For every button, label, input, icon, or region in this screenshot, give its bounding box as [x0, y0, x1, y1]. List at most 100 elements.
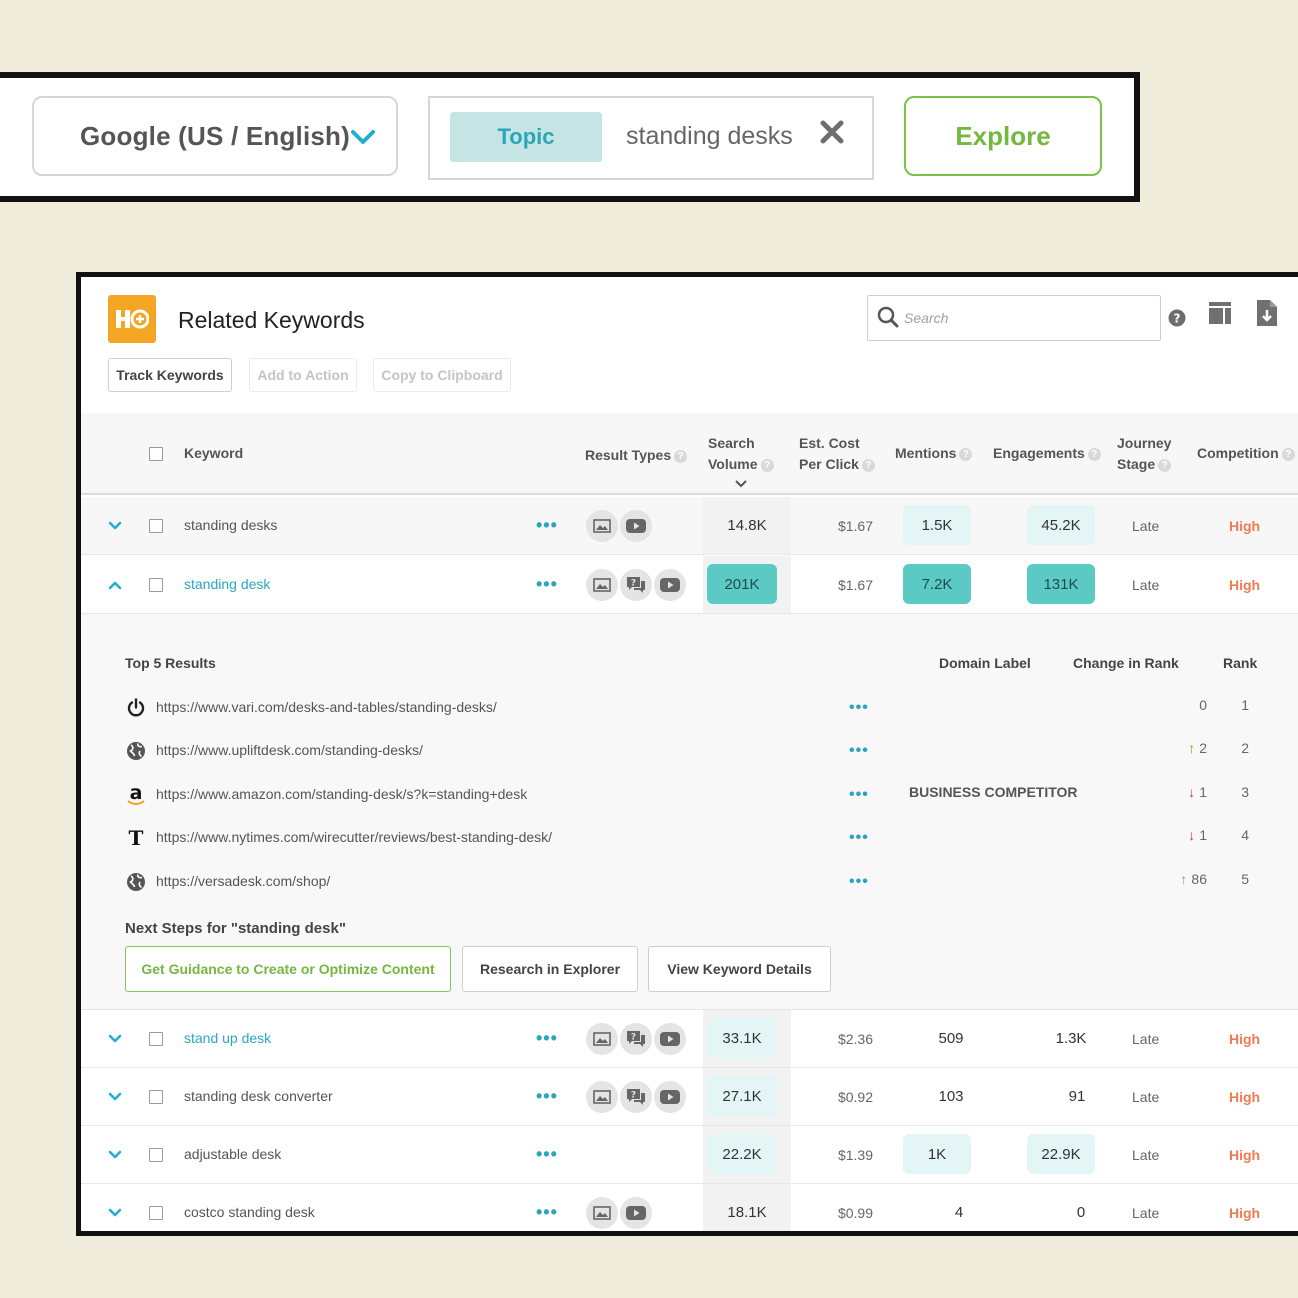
- col-keyword[interactable]: Keyword: [184, 443, 243, 464]
- more-options-icon[interactable]: •••: [536, 1202, 558, 1223]
- table-row-expanded[interactable]: standing desk ••• ? 201K $1.67 7.2K 131K…: [81, 556, 1298, 614]
- mentions-value: 1.5K: [903, 505, 971, 545]
- add-to-action-button[interactable]: Add to Action: [249, 358, 357, 392]
- view-keyword-details-button[interactable]: View Keyword Details: [648, 946, 831, 992]
- chevron-down-icon[interactable]: [107, 1147, 123, 1163]
- row-checkbox[interactable]: [149, 1206, 163, 1220]
- qa-icon[interactable]: ?: [620, 1081, 652, 1113]
- col-competition[interactable]: Competition?: [1197, 443, 1295, 464]
- keyword-search[interactable]: [867, 295, 1161, 341]
- more-options-icon[interactable]: •••: [536, 574, 558, 595]
- track-keywords-button[interactable]: Track Keywords: [108, 358, 232, 392]
- row-checkbox[interactable]: [149, 519, 163, 533]
- chevron-up-icon[interactable]: [107, 577, 123, 593]
- more-options-icon[interactable]: •••: [536, 1086, 558, 1107]
- result-row[interactable]: https://www.upliftdesk.com/standing-desk…: [125, 736, 1249, 766]
- video-icon[interactable]: [654, 1081, 686, 1113]
- amazon-icon: a: [125, 784, 147, 806]
- table-row[interactable]: standing desks ••• 14.8K $1.67 1.5K 45.2…: [81, 497, 1298, 555]
- result-row[interactable]: https://versadesk.com/shop/ ••• ↑ 86 5: [125, 867, 1249, 897]
- more-options-icon[interactable]: •••: [849, 786, 869, 804]
- col-journey-label-1: Journey: [1117, 435, 1172, 451]
- query-type-tag[interactable]: Topic: [450, 112, 602, 162]
- more-options-icon[interactable]: •••: [849, 829, 869, 847]
- table-row[interactable]: costco standing desk ••• 18.1K $0.99 4 0…: [81, 1184, 1298, 1231]
- keyword-text[interactable]: standing desk converter: [184, 1088, 333, 1104]
- search-input[interactable]: [904, 306, 1144, 330]
- more-options-icon[interactable]: •••: [849, 699, 869, 717]
- table-row[interactable]: stand up desk ••• ? 33.1K $2.36 509 1.3K…: [81, 1010, 1298, 1068]
- query-text[interactable]: standing desks: [626, 122, 793, 151]
- image-icon[interactable]: [586, 569, 618, 601]
- research-in-explorer-button[interactable]: Research in Explorer: [462, 946, 638, 992]
- help-icon[interactable]: ?: [1168, 309, 1186, 327]
- columns-icon[interactable]: [1208, 301, 1232, 325]
- row-checkbox[interactable]: [149, 1032, 163, 1046]
- help-icon[interactable]: ?: [861, 458, 875, 472]
- keyword-link[interactable]: stand up desk: [184, 1030, 271, 1046]
- more-options-icon[interactable]: •••: [849, 873, 869, 891]
- row-checkbox[interactable]: [149, 578, 163, 592]
- power-icon: [125, 697, 147, 719]
- sort-desc-icon[interactable]: [734, 479, 748, 489]
- help-icon[interactable]: ?: [1158, 458, 1172, 472]
- qa-icon[interactable]: ?: [620, 569, 652, 601]
- panel-title: Related Keywords: [178, 307, 365, 333]
- topic-query-field[interactable]: Topic standing desks: [428, 96, 874, 180]
- col-cost-per-click[interactable]: Est. Cost Per Click?: [799, 433, 875, 475]
- col-search-volume[interactable]: Search Volume?: [708, 433, 774, 488]
- result-url[interactable]: https://www.nytimes.com/wirecutter/revie…: [156, 829, 552, 845]
- qa-icon[interactable]: ?: [620, 1023, 652, 1055]
- keyword-text[interactable]: costco standing desk: [184, 1204, 315, 1220]
- col-cost-label-2: Per Click: [799, 456, 859, 472]
- result-url[interactable]: https://versadesk.com/shop/: [156, 873, 330, 889]
- table-row[interactable]: standing desk converter ••• ? 27.1K $0.9…: [81, 1068, 1298, 1126]
- more-options-icon[interactable]: •••: [536, 515, 558, 536]
- help-icon[interactable]: ?: [674, 449, 688, 463]
- keyword-text[interactable]: adjustable desk: [184, 1146, 281, 1162]
- export-icon[interactable]: [1256, 299, 1278, 327]
- keyword-text[interactable]: standing desks: [184, 517, 277, 533]
- copy-to-clipboard-button[interactable]: Copy to Clipboard: [373, 358, 511, 392]
- search-engine-select[interactable]: Google (US / English): [32, 96, 398, 176]
- col-result-types[interactable]: Result Types?: [585, 445, 688, 466]
- row-checkbox[interactable]: [149, 1148, 163, 1162]
- result-url[interactable]: https://www.amazon.com/standing-desk/s?k…: [156, 786, 527, 802]
- chevron-down-icon[interactable]: [107, 518, 123, 534]
- more-options-icon[interactable]: •••: [849, 742, 869, 760]
- col-journey-stage[interactable]: Journey Stage?: [1117, 433, 1171, 475]
- video-icon[interactable]: [620, 510, 652, 542]
- result-row[interactable]: a https://www.amazon.com/standing-desk/s…: [125, 780, 1249, 810]
- video-icon[interactable]: [654, 569, 686, 601]
- col-mentions[interactable]: Mentions?: [895, 443, 973, 464]
- rank-change-value: 1: [1199, 827, 1207, 843]
- select-all-checkbox[interactable]: [149, 447, 163, 461]
- chevron-down-icon[interactable]: [107, 1089, 123, 1105]
- search-volume-value: 14.8K: [727, 516, 767, 534]
- table-row[interactable]: adjustable desk ••• 22.2K $1.39 1K 22.9K…: [81, 1126, 1298, 1184]
- help-icon[interactable]: ?: [1087, 447, 1101, 461]
- col-engagements[interactable]: Engagements?: [993, 443, 1101, 464]
- explore-button[interactable]: Explore: [904, 96, 1102, 176]
- more-options-icon[interactable]: •••: [536, 1028, 558, 1049]
- result-url[interactable]: https://www.vari.com/desks-and-tables/st…: [156, 699, 497, 715]
- chevron-down-icon[interactable]: [107, 1205, 123, 1221]
- more-options-icon[interactable]: •••: [536, 1144, 558, 1165]
- video-icon[interactable]: [620, 1197, 652, 1229]
- result-row[interactable]: T https://www.nytimes.com/wirecutter/rev…: [125, 823, 1249, 853]
- close-icon[interactable]: [818, 118, 846, 146]
- image-icon[interactable]: [586, 1081, 618, 1113]
- image-icon[interactable]: [586, 510, 618, 542]
- keyword-link[interactable]: standing desk: [184, 576, 270, 592]
- image-icon[interactable]: [586, 1197, 618, 1229]
- row-checkbox[interactable]: [149, 1090, 163, 1104]
- video-icon[interactable]: [654, 1023, 686, 1055]
- help-icon[interactable]: ?: [959, 447, 973, 461]
- result-row[interactable]: https://www.vari.com/desks-and-tables/st…: [125, 693, 1249, 723]
- get-guidance-button[interactable]: Get Guidance to Create or Optimize Conte…: [125, 946, 451, 992]
- help-icon[interactable]: ?: [760, 458, 774, 472]
- result-url[interactable]: https://www.upliftdesk.com/standing-desk…: [156, 742, 423, 758]
- chevron-down-icon[interactable]: [107, 1031, 123, 1047]
- help-icon[interactable]: ?: [1281, 447, 1295, 461]
- image-icon[interactable]: [586, 1023, 618, 1055]
